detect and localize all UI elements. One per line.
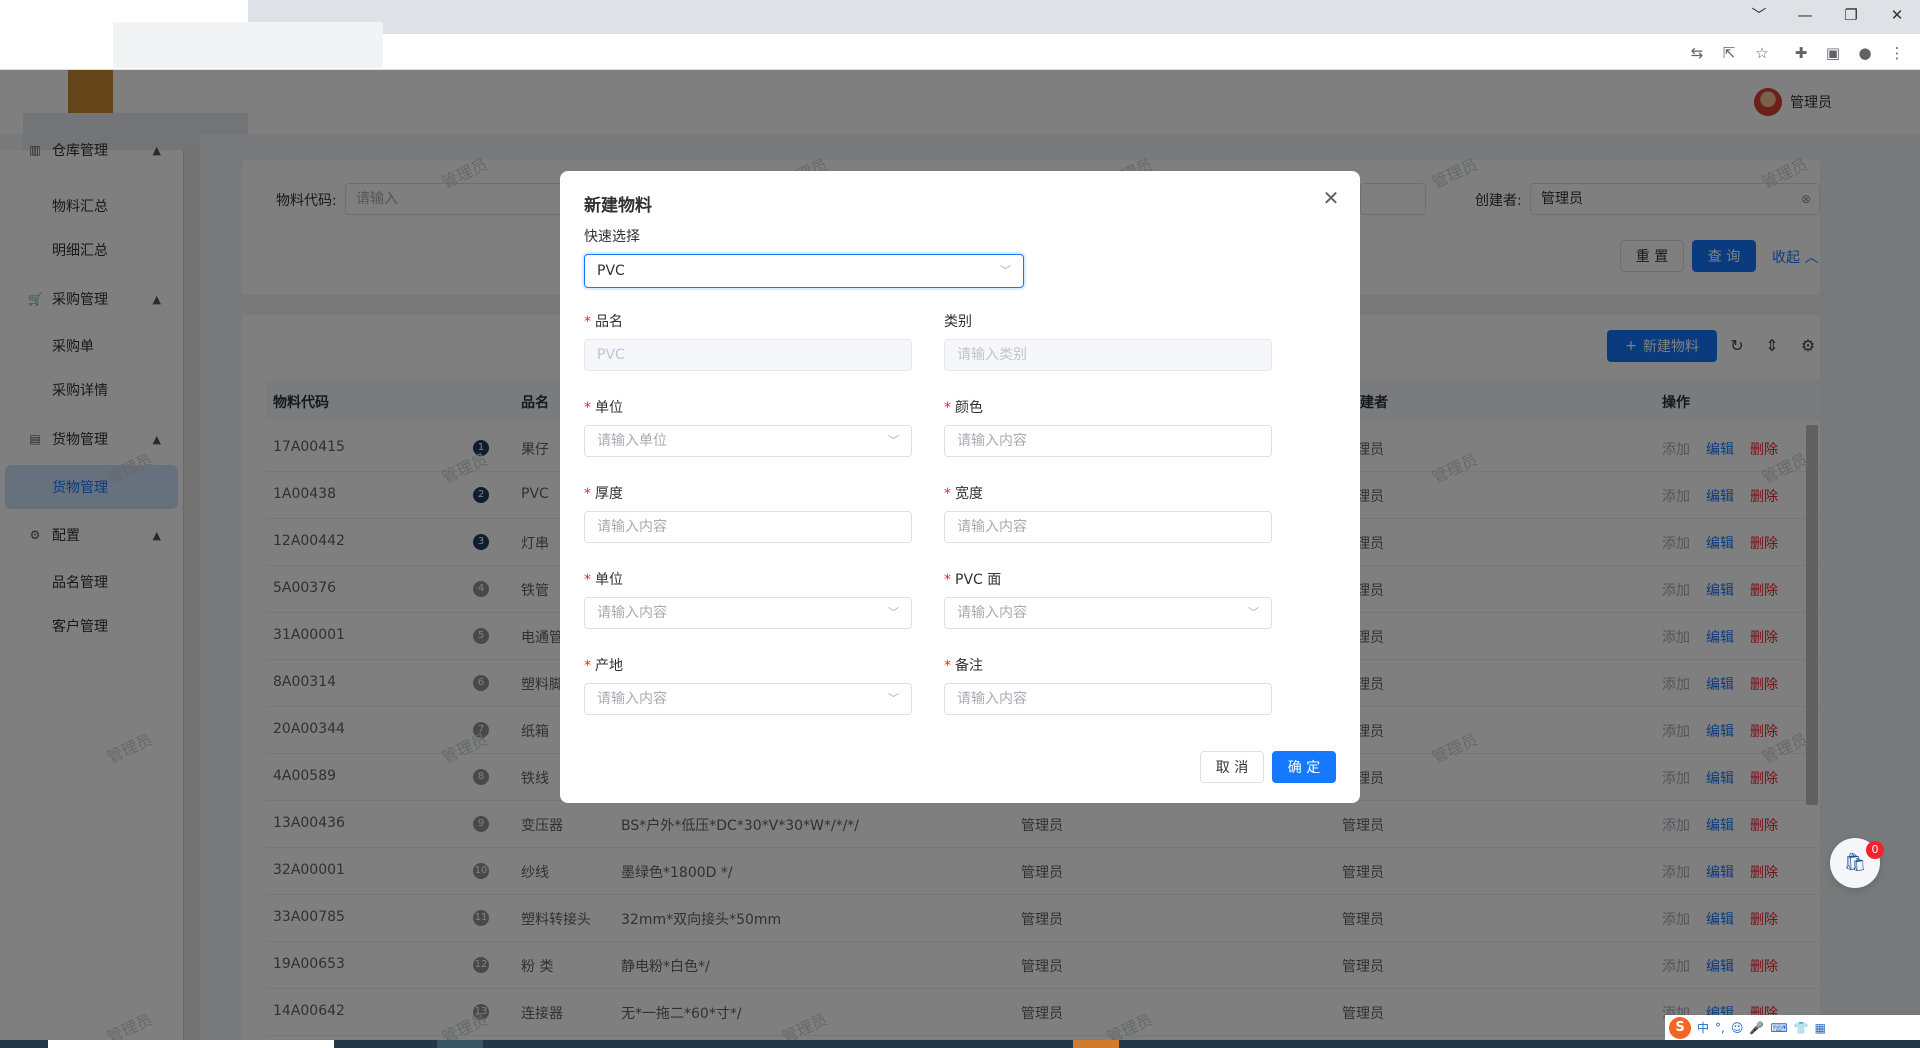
quick-select-label: 快速选择 [584, 229, 640, 245]
sidepanel-icon[interactable]: ▣ [1822, 42, 1844, 64]
remark-input[interactable]: 请输入内容 [944, 683, 1272, 715]
origin-label: * 产地 [584, 658, 623, 674]
browser-tab-active[interactable] [113, 22, 383, 68]
grid-icon[interactable]: ▦ [1815, 1021, 1826, 1035]
unit-label: * 单位 [584, 400, 623, 416]
profile-icon[interactable]: ● [1854, 42, 1876, 64]
pvc-face-label: * PVC 面 [944, 572, 1002, 588]
bag-icon: 🛍 [1843, 852, 1867, 873]
color-input[interactable]: 请输入内容 [944, 425, 1272, 457]
skin-icon[interactable]: 👕 [1794, 1021, 1809, 1035]
pvc-face-select[interactable]: 请输入内容 ﹀ [944, 597, 1272, 629]
punctuation-icon[interactable]: °, [1715, 1021, 1725, 1035]
dialog-title: 新建物料 [584, 196, 652, 216]
color-label: * 颜色 [944, 400, 983, 416]
translate-icon[interactable]: ⇆ [1686, 42, 1708, 64]
taskbar-app[interactable] [1073, 1040, 1119, 1048]
close-icon[interactable]: ✕ [1320, 187, 1342, 209]
chevron-down-icon: ﹀ [1248, 606, 1259, 619]
thickness-input[interactable]: 请输入内容 [584, 511, 912, 543]
ime-language[interactable]: 中 [1697, 1019, 1709, 1036]
width-label: * 宽度 [944, 486, 983, 502]
thickness-label: * 厚度 [584, 486, 623, 502]
name-input: PVC [584, 339, 912, 371]
name-label: * 品名 [584, 314, 623, 330]
quick-select[interactable]: PVC ﹀ [584, 254, 1024, 288]
close-window-button[interactable]: ✕ [1874, 4, 1920, 26]
confirm-button[interactable]: 确 定 [1272, 751, 1336, 783]
unit2-placeholder: 请输入内容 [597, 605, 667, 621]
width-input[interactable]: 请输入内容 [944, 511, 1272, 543]
origin-placeholder: 请输入内容 [597, 691, 667, 707]
address-bar[interactable] [384, 40, 1664, 68]
unit-select[interactable]: 请输入单位 ﹀ [584, 425, 912, 457]
sogou-icon: S [1669, 1016, 1691, 1039]
pvc-face-placeholder: 请输入内容 [957, 605, 1027, 621]
taskbar-app[interactable] [48, 1040, 334, 1048]
remark-label: * 备注 [944, 658, 983, 674]
unit2-label: * 单位 [584, 572, 623, 588]
chevron-down-icon: ﹀ [1000, 264, 1011, 277]
extensions-icon[interactable]: ✚ [1790, 42, 1812, 64]
share-icon[interactable]: ⇱ [1718, 42, 1740, 64]
tab-search-icon[interactable]: ﹀ [1736, 4, 1782, 26]
cart-badge: 0 [1866, 841, 1884, 859]
category-label: 类别 [944, 314, 972, 330]
chevron-down-icon: ﹀ [888, 434, 899, 447]
chevron-down-icon: ﹀ [888, 606, 899, 619]
cancel-button[interactable]: 取 消 [1200, 751, 1264, 783]
category-input: 请输入类别 [944, 339, 1272, 371]
star-icon[interactable]: ☆ [1751, 42, 1773, 64]
taskbar-app[interactable] [437, 1040, 483, 1048]
microphone-icon[interactable]: 🎤 [1749, 1021, 1764, 1035]
ime-toolbar[interactable]: S 中 °, ☺ 🎤 ⌨ 👕 ▦ [1665, 1015, 1920, 1040]
minimize-button[interactable]: — [1782, 4, 1828, 26]
unit2-select[interactable]: 请输入内容 ﹀ [584, 597, 912, 629]
new-material-dialog: 新建物料 ✕ 快速选择 PVC ﹀ * 品名 PVC 类别 请输入类别 * 单位 请… [560, 171, 1360, 803]
quick-select-value: PVC [597, 263, 625, 279]
chevron-down-icon: ﹀ [888, 692, 899, 705]
emoji-icon[interactable]: ☺ [1731, 1021, 1744, 1035]
restore-button[interactable]: ❐ [1828, 4, 1874, 26]
menu-icon[interactable]: ⋮ [1886, 42, 1908, 64]
unit-placeholder: 请输入单位 [597, 433, 667, 449]
keyboard-icon[interactable]: ⌨ [1770, 1021, 1787, 1035]
origin-select[interactable]: 请输入内容 ﹀ [584, 683, 912, 715]
